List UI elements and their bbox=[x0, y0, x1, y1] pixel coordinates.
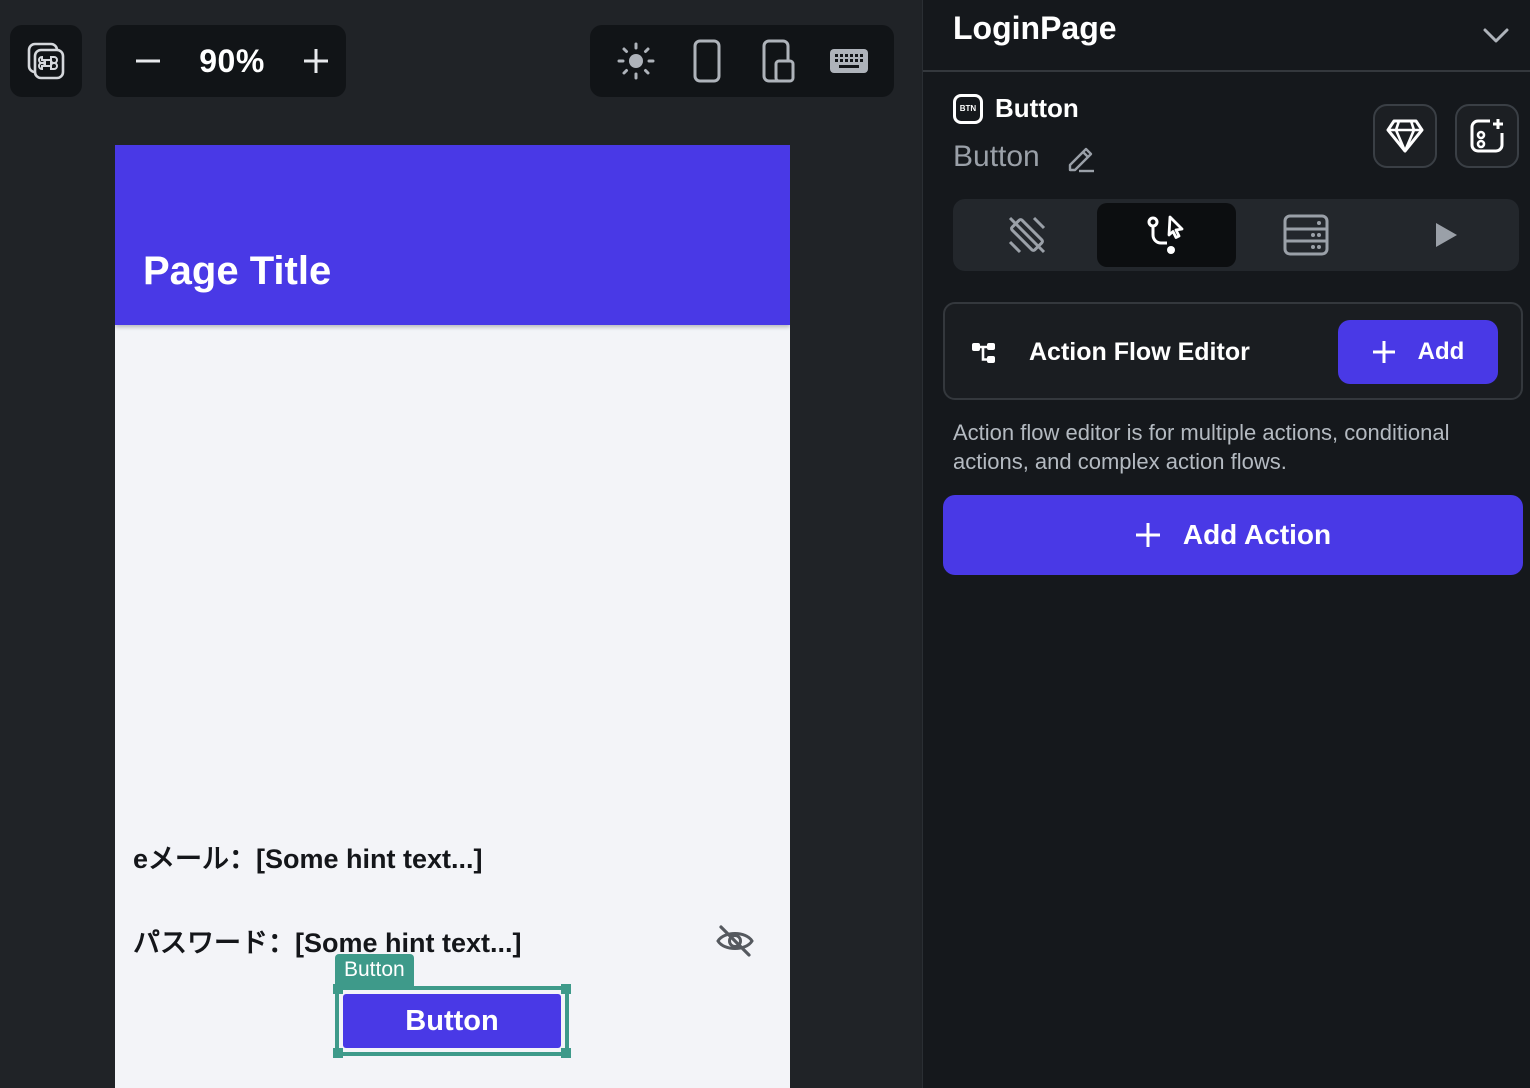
page-title: Page Title bbox=[143, 249, 332, 293]
page-name: LoginPage bbox=[953, 10, 1117, 46]
property-tabs bbox=[953, 199, 1519, 271]
promote-component-button[interactable] bbox=[1373, 104, 1437, 168]
action-flow-editor-card: Action Flow Editor Add bbox=[943, 302, 1523, 400]
zoom-control: 90% bbox=[106, 25, 346, 97]
eye-off-icon bbox=[716, 925, 754, 957]
flow-tree-icon bbox=[972, 343, 995, 363]
light-mode-icon bbox=[617, 42, 654, 80]
pencil-icon[interactable] bbox=[1064, 141, 1096, 173]
canvas-area: 90% Page Title eメール：[Some hint text...] … bbox=[0, 0, 920, 1088]
tab-backend-query[interactable] bbox=[1236, 203, 1376, 267]
widget-type-row: BTN Button bbox=[953, 93, 1079, 124]
phone-preview: Page Title eメール：[Some hint text...] パスワー… bbox=[115, 145, 790, 1088]
zoom-level: 90% bbox=[199, 42, 265, 79]
widget-name-row: Button bbox=[953, 140, 1096, 174]
panel-header: LoginPage bbox=[923, 0, 1530, 72]
phone-icon bbox=[693, 39, 720, 83]
plus-icon bbox=[303, 49, 328, 73]
tab-actions[interactable] bbox=[1096, 203, 1236, 267]
properties-icon bbox=[1008, 216, 1045, 254]
keyboard-icon bbox=[829, 49, 868, 73]
light-mode-button[interactable] bbox=[614, 39, 658, 83]
selection-tag: Button bbox=[335, 954, 414, 986]
resize-handle[interactable] bbox=[333, 984, 343, 994]
add-action-flow-button[interactable]: Add bbox=[1338, 320, 1498, 384]
device-toolbar bbox=[590, 25, 894, 97]
command-palette-button[interactable] bbox=[10, 25, 82, 97]
plus-icon bbox=[1135, 522, 1161, 548]
tab-properties[interactable] bbox=[957, 203, 1097, 267]
widget-type: Button bbox=[995, 93, 1079, 123]
zoom-out-button[interactable] bbox=[134, 47, 162, 75]
actions-icon bbox=[1147, 215, 1184, 254]
keyboard-button[interactable] bbox=[827, 39, 871, 83]
animations-icon bbox=[1436, 223, 1458, 247]
plus-icon bbox=[1372, 340, 1396, 364]
tablet-view-button[interactable] bbox=[756, 39, 800, 83]
tab-animations[interactable] bbox=[1376, 203, 1516, 267]
resize-handle[interactable] bbox=[333, 1048, 343, 1058]
add-to-library-button[interactable] bbox=[1455, 104, 1519, 168]
widget-name: Button bbox=[953, 140, 1040, 173]
gem-icon bbox=[1386, 119, 1424, 153]
minus-icon bbox=[136, 59, 160, 63]
resize-handle[interactable] bbox=[561, 1048, 571, 1058]
add-action-button[interactable]: Add Action bbox=[943, 495, 1523, 575]
command-palette-icon bbox=[27, 42, 65, 80]
action-flow-description: Action flow editor is for multiple actio… bbox=[953, 420, 1450, 474]
add-widget-icon bbox=[1470, 119, 1504, 153]
app-bar[interactable]: Page Title bbox=[115, 145, 790, 325]
button-widget-icon: BTN bbox=[953, 93, 983, 124]
password-visibility-toggle[interactable] bbox=[715, 923, 755, 959]
add-action-flow-label: Add bbox=[1417, 338, 1465, 365]
password-text[interactable]: パスワード：[Some hint text...] bbox=[133, 921, 522, 960]
backend-query-icon bbox=[1283, 214, 1329, 256]
login-button[interactable]: Button bbox=[343, 994, 561, 1048]
tablet-icon bbox=[762, 39, 794, 83]
add-action-label: Add Action bbox=[1182, 519, 1332, 550]
phone-view-button[interactable] bbox=[685, 39, 729, 83]
chevron-down-icon[interactable] bbox=[1481, 20, 1511, 50]
zoom-in-button[interactable] bbox=[302, 47, 330, 75]
properties-panel: LoginPage BTN Button Button Action Flow … bbox=[922, 0, 1530, 1088]
resize-handle[interactable] bbox=[561, 984, 571, 994]
email-text[interactable]: eメール：[Some hint text...] bbox=[133, 837, 483, 876]
action-flow-editor-label: Action Flow Editor bbox=[1029, 338, 1250, 366]
